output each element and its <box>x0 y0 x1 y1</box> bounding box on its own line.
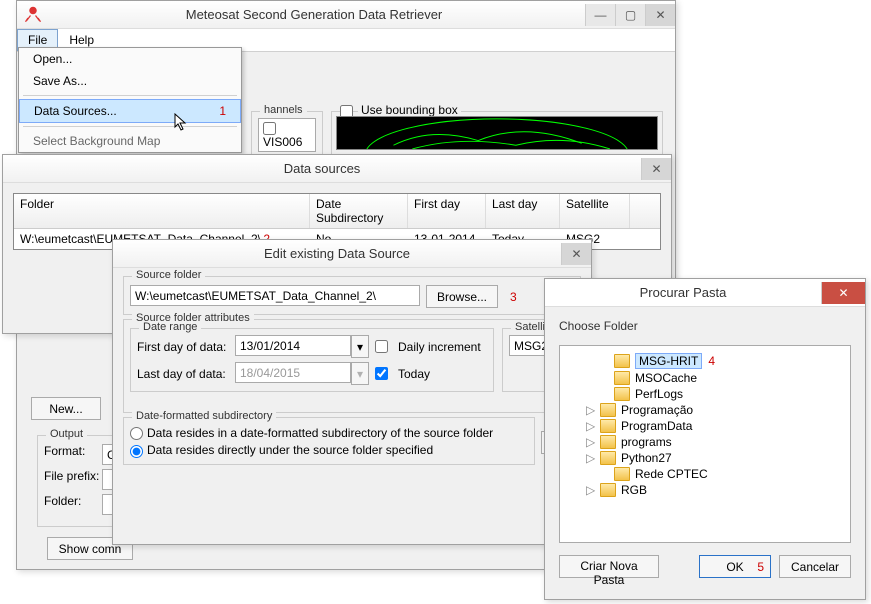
ds-header: Folder Date Subdirectory First day Last … <box>14 194 660 229</box>
new-folder-button[interactable]: Criar Nova Pasta <box>559 555 659 578</box>
sub-opt1-label: Data resides in a date-formatted subdire… <box>147 426 493 440</box>
daily-label: Daily increment <box>398 340 481 354</box>
minimize-button[interactable]: — <box>585 4 615 26</box>
ds-title: Data sources <box>3 161 641 176</box>
tree-item[interactable]: PerfLogs <box>598 386 844 402</box>
first-date-dropdown[interactable]: ▾ <box>351 335 369 358</box>
folder-icon <box>600 483 616 497</box>
tree-item[interactable]: MSOCache <box>598 370 844 386</box>
annotation-5: 5 <box>757 560 764 574</box>
channels-legend: hannels <box>260 104 307 116</box>
menu-data-sources[interactable]: Data Sources...1 <box>19 99 241 123</box>
src-legend: Source folder <box>132 269 205 281</box>
col-date-sub[interactable]: Date Subdirectory <box>310 194 408 228</box>
app-icon <box>23 3 43 26</box>
browse-button[interactable]: Browse... <box>426 285 498 308</box>
folder-label: Folder: <box>44 494 102 515</box>
sub-legend: Date-formatted subdirectory <box>132 410 276 422</box>
sub-opt2-label: Data resides directly under the source f… <box>147 443 433 457</box>
first-date-field[interactable] <box>235 335 351 356</box>
format-label: Format: <box>44 444 102 465</box>
daily-checkbox[interactable] <box>375 340 388 353</box>
edit-title: Edit existing Data Source <box>113 246 561 261</box>
channel-label: VIS006 <box>263 135 302 149</box>
menu-select-bg[interactable]: Select Background Map <box>19 130 241 152</box>
folder-icon <box>600 419 616 433</box>
channel-checkbox[interactable] <box>263 122 276 135</box>
folder-icon <box>600 435 616 449</box>
folder-icon <box>614 371 630 385</box>
menu-separator <box>23 126 237 127</box>
last-date-dropdown[interactable]: ▾ <box>351 362 369 385</box>
tree-item[interactable]: ▷RGB <box>584 482 844 498</box>
sub-opt2-radio[interactable] <box>130 445 143 458</box>
browse-title: Procurar Pasta <box>545 285 821 300</box>
sub-opt1-radio[interactable] <box>130 427 143 440</box>
tree-item-msg-hrit[interactable]: MSG-HRIT4 <box>598 352 844 370</box>
browse-close-button[interactable]: ✕ <box>821 282 865 304</box>
folder-icon <box>600 403 616 417</box>
browse-dialog: Procurar Pasta ✕ Choose Folder MSG-HRIT4… <box>544 278 866 600</box>
last-label: Last day of data: <box>137 367 229 381</box>
ok-button[interactable]: OK5 <box>699 555 771 578</box>
tree-item[interactable]: ▷ProgramData <box>584 418 844 434</box>
annotation-1: 1 <box>219 104 226 118</box>
ds-close-button[interactable]: ✕ <box>641 158 671 180</box>
main-title: Meteosat Second Generation Data Retrieve… <box>43 7 585 22</box>
annotation-4: 4 <box>708 354 715 368</box>
edit-close-button[interactable]: ✕ <box>561 243 591 265</box>
output-legend: Output <box>46 428 87 440</box>
folder-icon <box>614 387 630 401</box>
annotation-3: 3 <box>510 290 517 304</box>
globe-preview <box>336 116 658 150</box>
menu-save-as[interactable]: Save As... <box>19 70 241 92</box>
last-date-field[interactable] <box>235 362 351 383</box>
maximize-button[interactable]: ▢ <box>615 4 645 26</box>
browse-titlebar: Procurar Pasta ✕ <box>545 279 865 307</box>
close-button[interactable]: ✕ <box>645 4 675 26</box>
choose-label: Choose Folder <box>545 307 865 339</box>
prefix-label: File prefix: <box>44 469 102 490</box>
range-legend: Date range <box>139 321 201 333</box>
menu-open[interactable]: Open... <box>19 48 241 70</box>
folder-icon <box>614 354 630 368</box>
col-folder[interactable]: Folder <box>14 194 310 228</box>
col-last[interactable]: Last day <box>486 194 560 228</box>
cancel-button[interactable]: Cancelar <box>779 555 851 578</box>
tree-item[interactable]: ▷Python27 <box>584 450 844 466</box>
edit-ds-window: Edit existing Data Source ✕ Source folde… <box>112 239 592 545</box>
tree-item[interactable]: ▷programs <box>584 434 844 450</box>
tree-item[interactable]: Rede CPTEC <box>598 466 844 482</box>
ds-titlebar: Data sources ✕ <box>3 155 671 183</box>
src-path-field[interactable] <box>130 285 420 306</box>
first-label: First day of data: <box>137 340 229 354</box>
bbox-label: Use bounding box <box>358 103 461 117</box>
folder-icon <box>614 467 630 481</box>
file-dropdown: Open... Save As... Data Sources...1 Sele… <box>18 47 242 153</box>
folder-tree[interactable]: MSG-HRIT4 MSOCache PerfLogs ▷Programação… <box>559 345 851 543</box>
today-label: Today <box>398 367 430 381</box>
col-sat[interactable]: Satellite <box>560 194 630 228</box>
menu-separator <box>23 95 237 96</box>
edit-titlebar: Edit existing Data Source ✕ <box>113 240 591 268</box>
today-checkbox[interactable] <box>375 367 388 380</box>
col-first[interactable]: First day <box>408 194 486 228</box>
tree-item[interactable]: ▷Programação <box>584 402 844 418</box>
source-folder-group: Source folder Browse... 3 <box>123 276 581 315</box>
attr-group: Source folder attributes Date range Firs… <box>123 319 581 413</box>
new-button[interactable]: New... <box>31 397 101 420</box>
main-titlebar: Meteosat Second Generation Data Retrieve… <box>17 1 675 29</box>
folder-icon <box>600 451 616 465</box>
